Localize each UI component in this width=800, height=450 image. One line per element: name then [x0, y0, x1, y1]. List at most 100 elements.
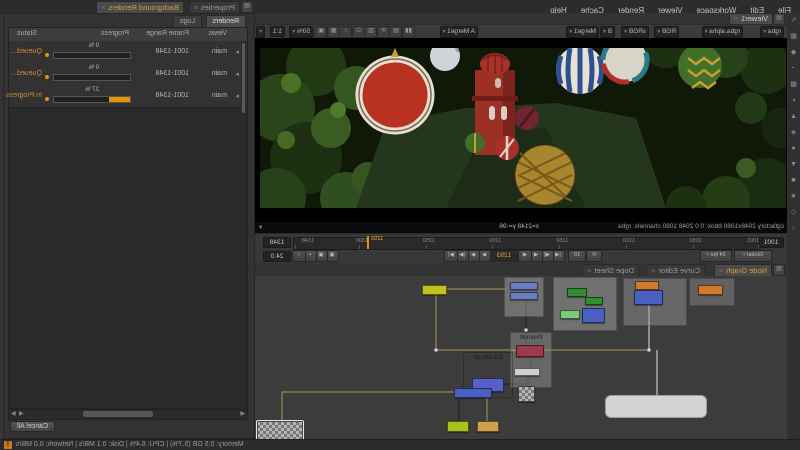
particles-icon[interactable]: ★ — [787, 189, 800, 205]
histogram-icon[interactable]: ▤ — [390, 26, 403, 38]
transport-fwd-button[interactable]: ▶| — [444, 250, 458, 262]
merge-icon[interactable]: ● — [787, 141, 800, 157]
merge-node[interactable] — [454, 388, 492, 398]
viewer-settings-caret[interactable]: ▾ — [256, 26, 265, 38]
frame-increment-field[interactable]: 10 — [568, 250, 586, 262]
grade-node[interactable] — [698, 285, 723, 295]
roto-node[interactable] — [560, 310, 580, 319]
range-mode-dropdown[interactable]: Global ▾ — [734, 250, 772, 262]
viewer-info-bar: cgfactory 2048x1080 bbox: 0 0 2048 1080 … — [255, 222, 787, 233]
warning-icon[interactable]: ! — [4, 441, 12, 449]
cancel-all-button[interactable]: Cancel All — [10, 421, 55, 432]
node-graph-canvas[interactable]: PremultBG Merge — [255, 276, 787, 439]
grade-node[interactable] — [477, 421, 499, 432]
frame-ruler[interactable]: 10011050110011501200125013001348 1293 — [293, 237, 760, 250]
transport-back-button[interactable]: ◀ — [518, 250, 532, 262]
draw-icon[interactable]: ◆ — [787, 45, 800, 61]
close-icon[interactable]: × — [719, 268, 723, 275]
close-icon[interactable]: × — [101, 5, 105, 12]
col-progress: Progress — [101, 30, 129, 37]
row-expander-icon[interactable]: ▸ — [235, 48, 239, 56]
merge-node[interactable] — [634, 290, 663, 305]
gain-dropdown[interactable]: 50% ▾ — [289, 26, 313, 38]
views-cell: main — [212, 70, 227, 77]
pane-menu-icon[interactable]: ▤ — [773, 264, 785, 276]
close-icon[interactable]: × — [651, 268, 655, 275]
viewer-display[interactable]: cgfactory 2048x1080 bbox: 0 0 2048 1080 … — [255, 38, 787, 233]
display-dropdown[interactable]: RGB ▾ — [654, 26, 679, 38]
dot-node[interactable] — [510, 292, 538, 300]
table-row[interactable]: ▸main1001-13480 %Queued... — [9, 63, 247, 86]
format-readout: cgfactory 2048x1080 bbox: 0 0 2048 1080 … — [618, 223, 784, 230]
channel-icon[interactable]: ▩ — [787, 77, 800, 93]
tab-properties[interactable]: Properties× — [189, 1, 240, 13]
shuffle-node[interactable] — [447, 421, 469, 432]
info-menu-caret[interactable]: ▾ — [259, 223, 262, 231]
proxy-icon[interactable]: ▥ — [365, 26, 378, 38]
close-icon[interactable]: × — [734, 16, 738, 23]
b-input-dropdown[interactable]: Merge1 ▾ — [566, 26, 599, 38]
ruler-tick-label: 1200 — [489, 238, 501, 244]
channel-dropdown[interactable]: rgba.alpha ▾ — [702, 26, 743, 38]
grade-node[interactable] — [635, 281, 659, 290]
3d-icon[interactable]: ■ — [787, 173, 800, 189]
viewer-toolbar: rgba ▾ rgba.alpha ▾ RGB ▾ sRGB ▾ B ▾ Mer… — [255, 24, 787, 39]
pause-icon[interactable]: ▮▮ — [402, 26, 415, 38]
horizontal-scrollbar[interactable]: ◀ ◀ ▶ — [8, 409, 248, 420]
scroll-left2-icon[interactable]: ◀ — [19, 410, 24, 419]
vertical-scrollbar[interactable] — [241, 41, 246, 421]
close-icon[interactable]: × — [587, 268, 591, 275]
tab-background-renders[interactable]: Background Renders× — [96, 1, 184, 13]
dot-node[interactable] — [514, 368, 540, 376]
row-expander-icon[interactable]: ▸ — [235, 70, 239, 78]
colorspace-dropdown[interactable]: sRGB ▾ — [621, 26, 649, 38]
loop-mode-button[interactable]: ⟳ — [586, 250, 602, 262]
dot-node[interactable] — [510, 282, 538, 290]
image-icon[interactable]: ▦ — [787, 29, 800, 45]
status-cell: Queued... — [11, 48, 42, 55]
scroll-right-icon[interactable]: ▶ — [11, 410, 16, 419]
gamma-icon[interactable]: ○ — [340, 26, 353, 38]
scroll-left-icon[interactable]: ◀ — [240, 410, 245, 419]
scroll-thumb[interactable] — [83, 411, 153, 417]
read-node[interactable] — [257, 421, 303, 439]
range-end-field[interactable]: 1348 — [263, 237, 291, 248]
tab-viewer1[interactable]: Viewer1× — [729, 13, 773, 24]
fps-dropdown[interactable]: 24 fps ▾ — [700, 250, 732, 262]
deep-icon[interactable]: ◇ — [787, 205, 800, 221]
range-start-field[interactable]: 1001 — [758, 237, 784, 248]
refresh-icon[interactable]: ⟳ — [377, 26, 390, 38]
color-icon[interactable]: ◐ — [787, 93, 800, 109]
clip-warning-icon[interactable]: ∅ — [352, 26, 365, 38]
playhead[interactable] — [367, 236, 369, 249]
views-icon[interactable]: ○ — [787, 221, 800, 237]
row-expander-icon[interactable]: ▸ — [235, 92, 239, 100]
b-buffer-label[interactable]: B ▾ — [600, 26, 615, 38]
constant-node[interactable] — [422, 285, 447, 295]
time-icon[interactable]: ◔ — [787, 61, 800, 77]
keyer-node[interactable] — [585, 297, 603, 305]
close-icon[interactable]: × — [194, 5, 198, 12]
keyer-node[interactable] — [567, 288, 587, 297]
backdrop-node[interactable] — [605, 395, 707, 418]
table-row[interactable]: ▸main1001-134827 %In Progress — [9, 85, 247, 108]
pane-menu-icon[interactable]: ▤ — [241, 1, 253, 13]
ruler-tick-label: 1250 — [423, 238, 435, 244]
cursor-icon[interactable]: ↖ — [787, 13, 800, 29]
roi-icon[interactable]: ▣ — [315, 26, 328, 38]
merge-node[interactable] — [582, 308, 605, 323]
keyer-icon[interactable]: ◈ — [787, 125, 800, 141]
transform-icon[interactable]: ▼ — [787, 157, 800, 173]
fps-readout: 24.0 — [263, 251, 291, 262]
filter-icon[interactable]: ▲ — [787, 109, 800, 125]
backdrop-node[interactable]: Premult — [510, 332, 552, 388]
premult-node[interactable] — [516, 345, 544, 357]
layer-dropdown[interactable]: rgba ▾ — [760, 26, 784, 38]
read-node[interactable] — [518, 386, 535, 402]
a-input-dropdown[interactable]: A Merge1 ▾ — [440, 26, 478, 38]
current-frame-field[interactable]: 1293 — [489, 250, 519, 262]
table-row[interactable]: ▸main1001-13480 %Queued... — [9, 41, 247, 64]
timeline-lock-icon[interactable]: ↑ — [292, 250, 306, 262]
mask-icon[interactable]: ▦ — [327, 26, 340, 38]
zoom-level-box[interactable]: 1:1 — [270, 26, 285, 37]
